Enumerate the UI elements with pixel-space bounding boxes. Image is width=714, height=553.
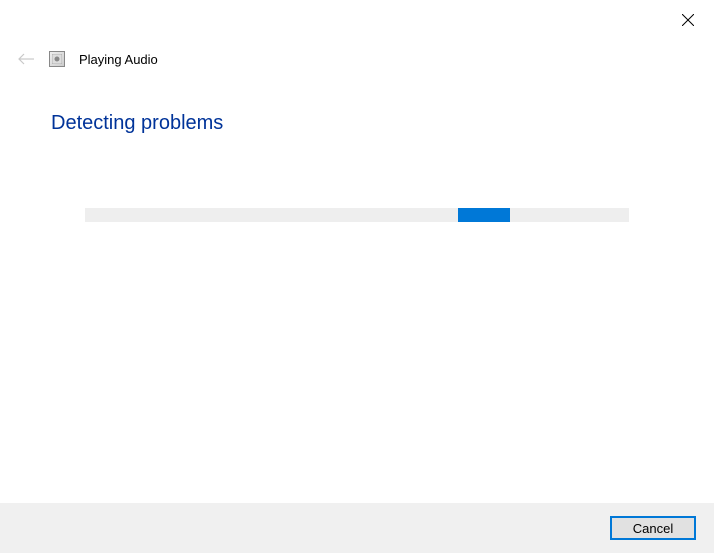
progress-bar xyxy=(85,208,629,222)
progress-indicator xyxy=(458,208,510,222)
footer: Cancel xyxy=(0,503,714,553)
close-icon xyxy=(682,14,694,26)
window-title: Playing Audio xyxy=(79,52,158,67)
troubleshooter-icon xyxy=(49,51,65,67)
cancel-button[interactable]: Cancel xyxy=(610,516,696,540)
header: Playing Audio xyxy=(17,51,158,67)
back-button xyxy=(17,52,35,66)
back-arrow-icon xyxy=(17,52,35,66)
close-button[interactable] xyxy=(680,12,696,28)
page-heading: Detecting problems xyxy=(51,112,223,135)
